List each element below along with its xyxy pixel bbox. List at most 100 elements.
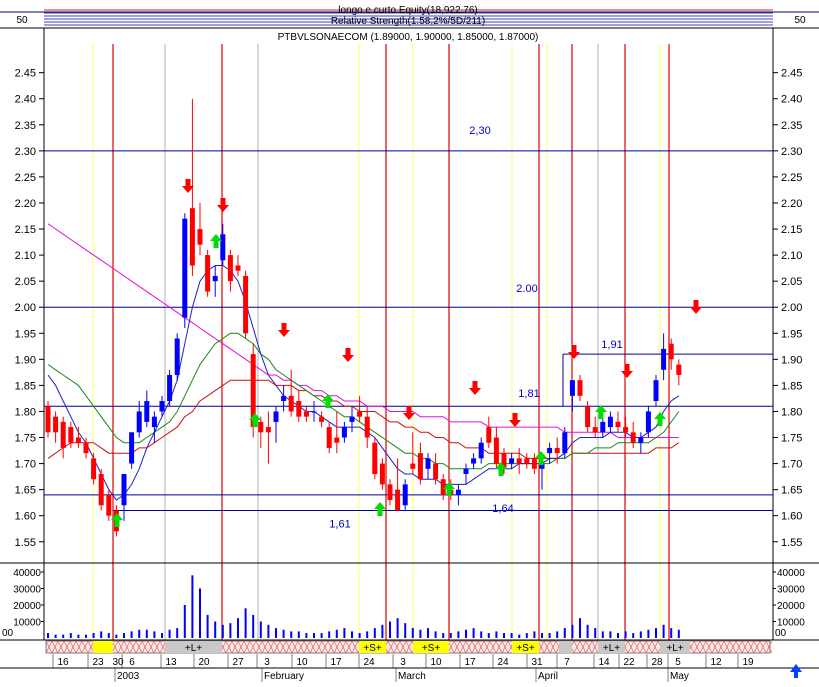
day-label: 10 <box>430 657 442 668</box>
volume-tick-label-right: 30000 <box>777 585 805 596</box>
y-tick-label-right: 2.15 <box>781 224 802 236</box>
candle-body <box>288 395 294 412</box>
y-tick-label-left: 1.95 <box>15 328 36 340</box>
price-axis-right: 2.45 2.40 2.35 2.30 2.25 2.20 2.15 2.10 2.05 2.00… <box>773 68 802 549</box>
candle-body <box>661 348 667 370</box>
sell-arrow-icon <box>690 307 702 314</box>
day-label: 23 <box>92 657 104 668</box>
scroll-up-arrow-icon[interactable] <box>790 664 802 678</box>
candle-body <box>83 442 89 454</box>
long-signal-block <box>559 641 572 653</box>
day-label: 27 <box>232 657 244 668</box>
volume-panel: 40000 40000 30000 30000 20000 20000 10000 10000… <box>0 562 819 641</box>
candlesticks <box>45 98 682 537</box>
candle-body <box>402 484 408 506</box>
sell-arrow-icon <box>278 330 290 337</box>
candle-body <box>273 411 279 422</box>
month-label: April <box>538 671 558 682</box>
day-label: 16 <box>57 657 69 668</box>
candle-body <box>212 275 218 282</box>
candle-body <box>174 338 180 375</box>
candle-body <box>493 437 499 464</box>
volume-tick-label-right: 40000 <box>777 568 805 579</box>
candle-body <box>121 474 127 506</box>
candle-body <box>600 421 606 433</box>
candle-body <box>265 427 271 433</box>
sell-arrow-stem <box>472 381 478 388</box>
y-tick-label-left: 1.90 <box>15 354 36 366</box>
candle-body <box>630 432 636 443</box>
candle-body <box>220 234 226 261</box>
candle-body <box>311 411 317 413</box>
candle-body <box>319 416 325 422</box>
candle-body <box>75 437 81 443</box>
day-label: 3 <box>400 657 406 668</box>
candle-body <box>98 474 104 506</box>
y-tick-label-left: 2.35 <box>15 120 36 132</box>
y-tick-label-right: 2.40 <box>781 94 802 106</box>
y-tick-label-right: 2.10 <box>781 250 802 262</box>
sell-arrow-stem <box>185 179 191 186</box>
y-tick-label-right: 1.65 <box>781 485 802 497</box>
y-tick-label-left: 1.65 <box>15 485 36 497</box>
candle-body <box>645 411 651 433</box>
sell-arrow-stem <box>693 300 699 307</box>
y-tick-label-left: 2.00 <box>15 302 36 314</box>
day-label: 20 <box>198 657 210 668</box>
y-tick-label-right: 2.00 <box>781 302 802 314</box>
volume-tick-label-left: 20000 <box>13 601 41 612</box>
candle-body <box>554 447 560 454</box>
y-tick-label-right: 2.05 <box>781 276 802 288</box>
candle-body <box>417 453 423 480</box>
y-tick-label-right: 2.45 <box>781 68 802 80</box>
candle-body <box>638 437 644 443</box>
top-panel-right-value: 50 <box>794 15 806 26</box>
signal-strip: +L+ +S+ +S+ +S+ +L+ +L+ <box>45 640 773 654</box>
y-tick-label-left: 2.10 <box>15 250 36 262</box>
y-tick-label-left: 2.25 <box>15 172 36 184</box>
signal-label: +L+ <box>185 643 202 654</box>
candle-body <box>585 406 591 428</box>
candle-body <box>326 427 332 448</box>
candle-body <box>45 406 51 433</box>
candle-body <box>524 458 530 464</box>
day-label: 24 <box>497 657 509 668</box>
y-tick-label-right: 1.90 <box>781 354 802 366</box>
candle-body <box>341 427 347 438</box>
relative-strength-title: Relative Strength(1.58,2%/5D/211) <box>331 16 485 27</box>
signal-label: +S+ <box>422 643 441 654</box>
sell-arrow-icon <box>217 205 229 212</box>
sell-arrow-icon <box>342 355 354 362</box>
sell-arrow-icon <box>621 371 633 378</box>
candle-body <box>562 432 568 454</box>
sell-arrow-stem <box>512 413 518 420</box>
support-resistance-levels: 2,30 2.00 1,91 1,81 1,64 1,61 <box>44 125 773 530</box>
y-tick-label-right: 1.75 <box>781 433 802 445</box>
y-tick-label-left: 1.70 <box>15 459 36 471</box>
chart-window: 50 50 longo e curto Equity(18,922.76) Re… <box>0 0 819 682</box>
level-label: 1,61 <box>329 518 350 530</box>
day-label: 14 <box>598 657 610 668</box>
y-tick-label-right: 1.70 <box>781 459 802 471</box>
sell-arrow-stem <box>406 406 412 413</box>
y-tick-label-left: 2.30 <box>15 146 36 158</box>
candle-body <box>349 416 355 422</box>
y-tick-label-right: 2.35 <box>781 120 802 132</box>
candle-body <box>258 421 264 433</box>
volume-label-right: 00 <box>775 628 787 639</box>
ma-blue-line <box>47 265 680 501</box>
candle-body <box>60 421 66 448</box>
candle-body <box>136 411 142 433</box>
date-axis: 16 23 6 13 20 27 3 10 17 24 3 10 17 24 31 7 14 22 28 5 12 19 3… <box>0 654 819 682</box>
candle-body <box>592 427 598 433</box>
candle-body <box>189 208 195 266</box>
candle-body <box>509 458 515 464</box>
candle-body <box>151 416 157 428</box>
volume-tick-label-left: 10000 <box>13 618 41 629</box>
candle-body <box>455 489 461 495</box>
candle-body <box>433 463 439 480</box>
candle-body <box>364 416 370 438</box>
sell-arrow-icon <box>568 352 580 359</box>
volume-label-left: 00 <box>2 628 14 639</box>
candle-body <box>577 380 583 396</box>
